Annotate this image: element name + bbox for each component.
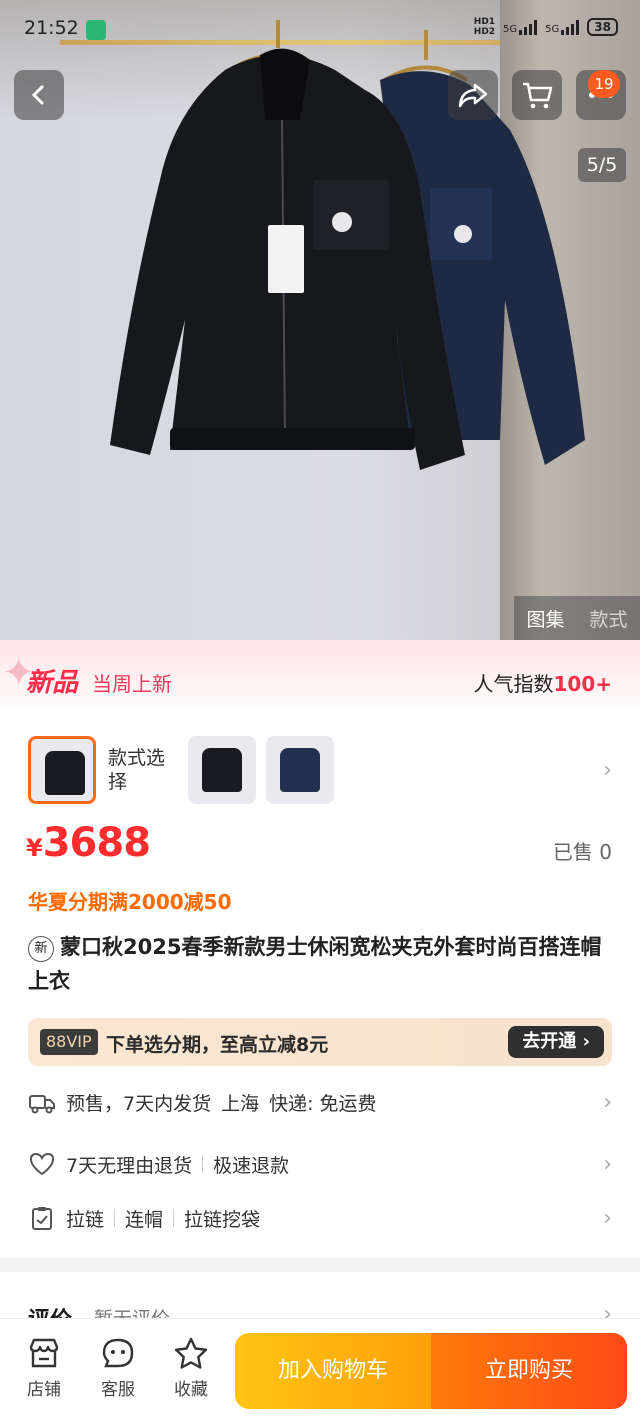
chevron-right-icon: › bbox=[603, 1089, 612, 1115]
new-arrival-tag: 新品 bbox=[26, 668, 79, 698]
cart-button[interactable] bbox=[512, 70, 562, 120]
share-button[interactable] bbox=[448, 70, 498, 120]
product-title: 新蒙口秋2025春季新款男士休闲宽松夹克外套时尚百搭连帽上衣 bbox=[28, 935, 602, 993]
product-gallery[interactable]: 21:52 HD1 HD2 5G 5G 38 19 5/5 图集 款式 bbox=[0, 0, 640, 640]
image-page-indicator: 5/5 bbox=[578, 148, 626, 182]
status-indicators: HD1 HD2 5G 5G 38 bbox=[474, 17, 618, 37]
variant-thumb[interactable] bbox=[266, 736, 334, 804]
variant-selector[interactable]: 款式选择 bbox=[28, 736, 344, 804]
chat-face-icon bbox=[102, 1338, 134, 1368]
promo-text[interactable]: 华夏分期满2000减50 bbox=[28, 886, 232, 915]
vip-activate-button[interactable]: 去开通 › bbox=[508, 1026, 604, 1058]
price: ¥3688 bbox=[26, 820, 151, 866]
app-notification-icon bbox=[86, 20, 106, 40]
service-row[interactable]: 7天无理由退货 极速退款 › bbox=[28, 1144, 612, 1184]
sold-count: 已售 0 bbox=[552, 840, 612, 864]
favorite-button[interactable]: 收藏 bbox=[161, 1337, 221, 1400]
vip-chip: 88VIP bbox=[40, 1029, 98, 1055]
tab-gallery[interactable]: 图集 bbox=[526, 605, 564, 632]
new-badge: 新 bbox=[28, 936, 54, 962]
customer-service-button[interactable]: 客服 bbox=[88, 1337, 148, 1400]
product-detail-page: 21:52 HD1 HD2 5G 5G 38 19 5/5 图集 款式 ✦ 新品… bbox=[0, 0, 640, 1422]
chevron-right-icon: › bbox=[603, 1205, 612, 1231]
vip-text: 下单选分期，至高立减8元 bbox=[106, 1034, 329, 1056]
new-arrival-subtitle: 当周上新 bbox=[92, 672, 172, 696]
buy-now-button[interactable]: 立即购买 bbox=[431, 1333, 627, 1409]
clipboard-check-icon bbox=[32, 1207, 52, 1230]
truck-icon bbox=[29, 1095, 55, 1114]
chevron-right-icon: › bbox=[603, 1151, 612, 1177]
star-icon bbox=[174, 1337, 208, 1369]
attributes-row[interactable]: 拉链 连帽 拉链挖袋 › bbox=[28, 1198, 612, 1238]
status-time: 21:52 bbox=[24, 17, 79, 39]
cart-icon bbox=[523, 82, 553, 109]
variant-label: 款式选择 bbox=[108, 747, 166, 793]
bottom-action-bar: 店铺 客服 收藏 加入购物车 立即购买 bbox=[0, 1318, 640, 1422]
variant-thumb[interactable] bbox=[188, 736, 256, 804]
share-icon bbox=[458, 83, 488, 108]
battery-icon: 38 bbox=[587, 18, 618, 36]
gallery-tabs: 图集 款式 bbox=[514, 596, 640, 640]
back-button[interactable] bbox=[14, 70, 64, 120]
shipping-row[interactable]: 预售，7天内发货 上海 快递: 免运费 › bbox=[28, 1082, 612, 1122]
vip-banner[interactable]: 88VIP 下单选分期，至高立减8元 去开通 › bbox=[28, 1018, 612, 1066]
cart-count-badge: 19 bbox=[588, 70, 620, 98]
tab-styles[interactable]: 款式 bbox=[589, 605, 627, 632]
new-arrival-banner: ✦ 新品 当周上新 人气指数100+ bbox=[0, 640, 640, 718]
store-icon bbox=[29, 1338, 59, 1368]
product-info: 款式选择 › ¥3688 已售 0 华夏分期满2000减50 新蒙口秋2025春… bbox=[0, 718, 640, 1258]
add-to-cart-button[interactable]: 加入购物车 bbox=[235, 1333, 431, 1409]
chevron-left-icon bbox=[31, 85, 44, 105]
variant-thumb[interactable] bbox=[28, 736, 96, 804]
hd-indicator: HD1 HD2 bbox=[473, 17, 496, 37]
popularity-index: 人气指数100+ bbox=[473, 672, 612, 696]
heart-shield-icon bbox=[29, 1152, 55, 1176]
signal-icon-1: 5G bbox=[503, 19, 538, 35]
chevron-right-icon[interactable]: › bbox=[603, 758, 612, 783]
status-bar: 21:52 HD1 HD2 5G 5G 38 bbox=[0, 0, 640, 58]
shop-button[interactable]: 店铺 bbox=[14, 1337, 74, 1400]
signal-icon-2: 5G bbox=[545, 19, 580, 35]
